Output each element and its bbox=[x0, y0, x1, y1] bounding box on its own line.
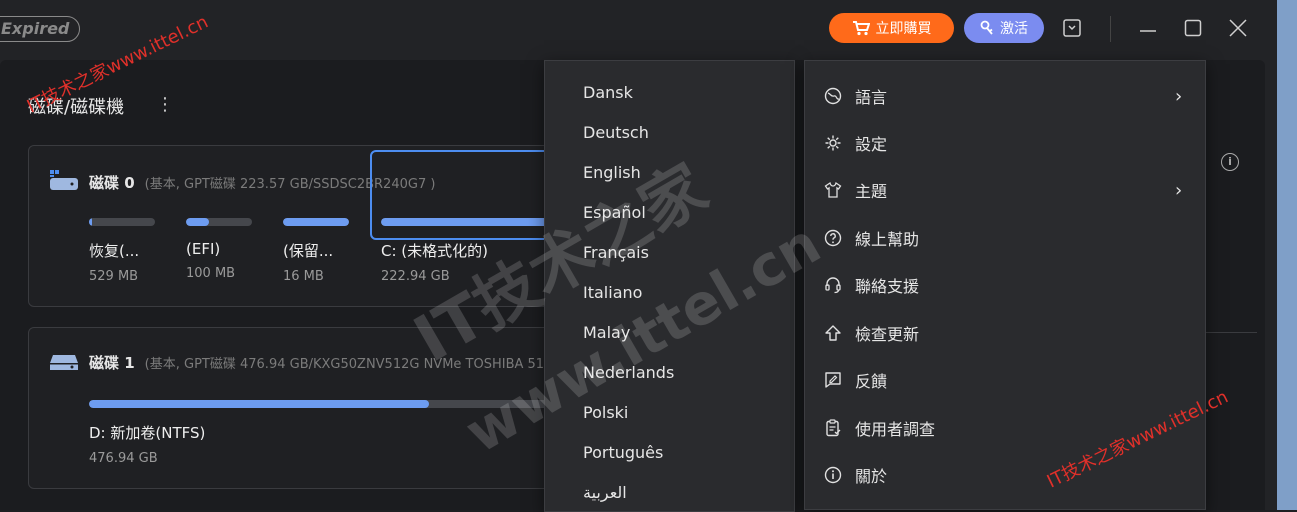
menu-item-settings[interactable]: 設定 bbox=[805, 128, 1205, 158]
language-option[interactable]: Dansk bbox=[583, 83, 633, 102]
menu-item-label: 語言 bbox=[855, 88, 888, 107]
menu-item-label: 檢查更新 bbox=[855, 325, 920, 344]
feedback-icon bbox=[823, 370, 843, 390]
partition-size: 100 MB bbox=[186, 266, 236, 281]
menu-item-label: 主題 bbox=[855, 182, 888, 201]
partition-usage-bar bbox=[186, 218, 210, 226]
menu-item-label: 關於 bbox=[855, 467, 888, 486]
menu-item-check-update[interactable]: 檢查更新 bbox=[805, 318, 1205, 348]
app-window: Expired 立即購買 激活 磁碟/磁碟機 ⋮ 磁碟 0 (基本, GPT磁碟… bbox=[0, 0, 1277, 512]
partition-usage-bar bbox=[283, 218, 349, 226]
chevron-right-icon: › bbox=[1175, 85, 1183, 107]
gear-icon bbox=[823, 133, 843, 153]
menu-dropdown-button[interactable] bbox=[1062, 18, 1082, 38]
headset-icon bbox=[823, 275, 843, 295]
close-icon bbox=[1229, 19, 1247, 37]
menu-item-label: 線上幫助 bbox=[855, 230, 920, 249]
clipboard-icon bbox=[823, 418, 843, 438]
partition-efi[interactable]: (EFI) 100 MB bbox=[186, 218, 252, 281]
help-icon bbox=[823, 228, 843, 248]
language-option[interactable]: العربية bbox=[583, 483, 627, 502]
cart-icon bbox=[852, 21, 870, 36]
partition-reserved[interactable]: (保留... 16 MB bbox=[283, 218, 349, 284]
buy-now-label: 立即購買 bbox=[875, 21, 932, 37]
minimize-icon bbox=[1140, 30, 1156, 32]
menu-item-theme[interactable]: 主題 › bbox=[805, 175, 1205, 205]
menu-item-about[interactable]: 關於 bbox=[805, 460, 1205, 490]
side-divider bbox=[1205, 332, 1257, 333]
menu-item-feedback[interactable]: 反饋 bbox=[805, 365, 1205, 395]
menu-item-label: 設定 bbox=[855, 135, 888, 154]
language-option[interactable]: Português bbox=[583, 443, 663, 462]
maximize-button[interactable] bbox=[1183, 18, 1203, 38]
more-options-icon[interactable]: ⋮ bbox=[156, 94, 174, 115]
shirt-icon bbox=[823, 180, 843, 200]
menu-item-label: 使用者調查 bbox=[855, 420, 936, 439]
activate-button[interactable]: 激活 bbox=[964, 13, 1044, 43]
chevron-right-icon: › bbox=[1175, 179, 1183, 201]
title-separator bbox=[1110, 16, 1111, 42]
partition-name: (保留... bbox=[283, 242, 334, 260]
partition-usage-bar bbox=[89, 400, 430, 408]
expired-badge: Expired bbox=[0, 16, 81, 42]
partition-size: 529 MB bbox=[89, 269, 139, 284]
info-icon[interactable]: i bbox=[1221, 153, 1239, 171]
upload-arrow-icon bbox=[823, 323, 843, 343]
disk-0-name: 磁碟 0 bbox=[89, 173, 135, 192]
maximize-icon bbox=[1184, 19, 1202, 37]
menu-item-language[interactable]: 語言 › bbox=[805, 81, 1205, 111]
desktop-edge bbox=[1277, 0, 1297, 510]
disk-drive-icon bbox=[50, 170, 78, 190]
key-icon bbox=[980, 20, 993, 35]
menu-item-label: 聯絡支援 bbox=[855, 277, 920, 296]
menu-item-label: 反饋 bbox=[855, 372, 888, 391]
partition-size: 16 MB bbox=[283, 269, 324, 284]
disk-1-meta: (基本, GPT磁碟 476.94 GB/KXG50ZNV512G NVMe T… bbox=[144, 357, 545, 372]
close-button[interactable] bbox=[1228, 18, 1248, 38]
disk-1-name: 磁碟 1 bbox=[89, 354, 135, 372]
partition-recovery[interactable]: 恢复(... 529 MB bbox=[89, 218, 155, 284]
partition-name: 恢复(... bbox=[89, 242, 140, 260]
partition-usage-bar bbox=[89, 218, 93, 226]
language-option[interactable]: Deutsch bbox=[583, 123, 649, 142]
partition-name: (EFI) bbox=[186, 240, 221, 258]
minimize-button[interactable] bbox=[1138, 18, 1158, 38]
menu-item-online-help[interactable]: 線上幫助 bbox=[805, 223, 1205, 253]
disk-drive-icon bbox=[50, 354, 78, 370]
dropdown-box-icon bbox=[1063, 19, 1081, 37]
info-icon bbox=[823, 465, 843, 485]
menu-item-contact-support[interactable]: 聯絡支援 bbox=[805, 270, 1205, 300]
buy-now-button[interactable]: 立即購買 bbox=[829, 13, 954, 43]
globe-icon bbox=[823, 86, 843, 106]
activate-label: 激活 bbox=[1000, 21, 1028, 37]
